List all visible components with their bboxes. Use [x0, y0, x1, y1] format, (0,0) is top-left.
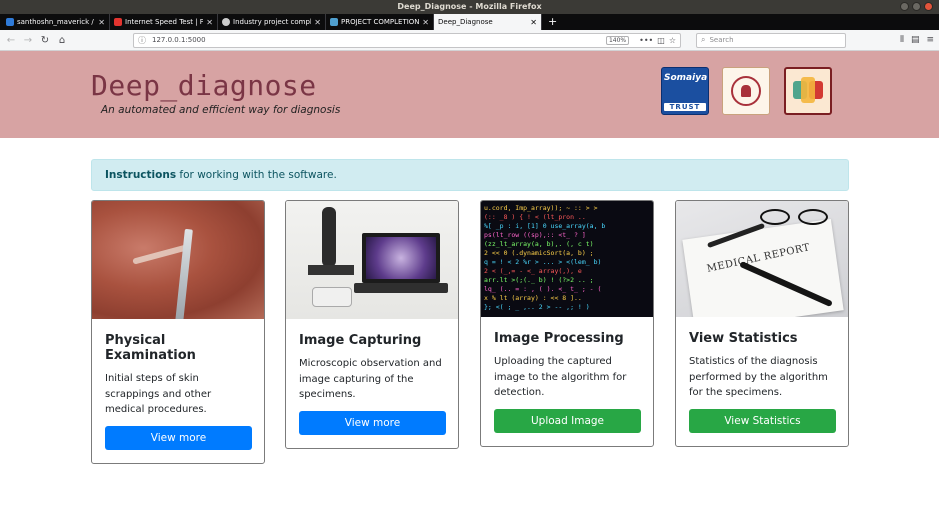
instructions-bold: Instructions — [105, 169, 177, 181]
medical-emblem-icon — [793, 77, 823, 105]
reload-icon[interactable]: ↻ — [39, 35, 51, 46]
tab-label: PROJECT COMPLETION ... — [341, 18, 420, 26]
navigation-bar: ← → ↻ ⌂ ⓘ 127.0.0.1:5000 140% ••• ◫ ☆ ⌕ … — [0, 30, 939, 51]
view-more-button[interactable]: View more — [299, 410, 446, 435]
page-content: Deep_diagnose An automated and efficient… — [0, 51, 939, 514]
tab-label: Deep_Diagnose — [438, 18, 493, 26]
window-titlebar: Deep_Diagnose - Mozilla Firefox — [0, 0, 939, 14]
tab-favicon-icon — [330, 18, 338, 26]
tab-speedtest[interactable]: Internet Speed Test | Fa... ✕ — [110, 14, 218, 30]
window-title: Deep_Diagnose - Mozilla Firefox — [397, 2, 542, 11]
medical-logo — [784, 67, 832, 115]
library-icon[interactable]: ⫴ — [900, 35, 904, 45]
url-text[interactable]: 127.0.0.1:5000 — [152, 36, 606, 44]
card-title: Physical Examination — [105, 333, 196, 363]
home-icon[interactable]: ⌂ — [56, 35, 68, 46]
card-image-processing: u.cord, Imp_array)); ~ :: > > (:: _8 ) {… — [480, 200, 654, 447]
card-body: View Statistics Statistics of the diagno… — [676, 317, 848, 446]
logo-trust-text: TRUST — [664, 103, 706, 111]
tab-favicon-icon — [222, 18, 230, 26]
bookmark-star-icon[interactable]: ☆ — [669, 36, 676, 45]
emblem-icon — [731, 76, 761, 106]
sidebar-icon[interactable]: ▤ — [911, 35, 920, 45]
close-tab-icon[interactable]: ✕ — [314, 18, 321, 27]
minimize-icon[interactable] — [900, 2, 909, 11]
page-actions-icon[interactable]: ••• — [639, 36, 653, 45]
close-tab-icon[interactable]: ✕ — [422, 18, 429, 27]
new-tab-icon[interactable]: + — [542, 14, 563, 30]
card-text: Statistics of the diagnosis performed by… — [689, 356, 828, 398]
close-window-icon[interactable] — [924, 2, 933, 11]
window-controls — [900, 2, 933, 11]
tab-label: Industry project comple... — [233, 18, 311, 26]
tab-industry-project[interactable]: Industry project comple... ✕ — [218, 14, 326, 30]
view-more-button[interactable]: View more — [105, 425, 252, 450]
info-icon[interactable]: ⓘ — [138, 35, 146, 46]
pocket-icon[interactable]: ◫ — [657, 36, 665, 45]
logo-script-text: Somaiya — [664, 73, 708, 83]
tab-favicon-icon — [6, 18, 14, 26]
instructions-text: for working with the software. — [176, 169, 337, 181]
page-subtitle: An automated and efficient way for diagn… — [101, 104, 341, 116]
toolbar-icons: ⫴ ▤ ≡ — [900, 35, 934, 45]
card-body: Image Capturing Microscopic observation … — [286, 319, 458, 448]
close-tab-icon[interactable]: ✕ — [206, 18, 213, 27]
skin-scraping-image — [92, 201, 264, 319]
maximize-icon[interactable] — [912, 2, 921, 11]
tab-bar: santhoshn_maverick / d... ✕ Internet Spe… — [0, 14, 939, 30]
card-body: Physical Examination Initial steps of sk… — [92, 319, 264, 463]
card-physical-examination: Physical Examination Initial steps of sk… — [91, 200, 265, 464]
tab-label: Internet Speed Test | Fa... — [125, 18, 204, 26]
view-statistics-button[interactable]: View Statistics — [689, 408, 836, 433]
forward-icon[interactable]: → — [22, 35, 34, 46]
instructions-alert: Instructions for working with the softwa… — [91, 159, 849, 191]
medical-report-image: MEDICAL REPORT — [676, 201, 848, 317]
tab-project-completion[interactable]: PROJECT COMPLETION ... ✕ — [326, 14, 434, 30]
search-input[interactable]: ⌕ Search — [696, 32, 846, 48]
tab-favicon-icon — [114, 18, 122, 26]
card-title: Image Processing — [494, 331, 624, 346]
upload-image-button[interactable]: Upload Image — [494, 408, 641, 433]
menu-icon[interactable]: ≡ — [926, 35, 934, 45]
tab-deep-diagnose[interactable]: Deep_Diagnose ✕ — [434, 14, 542, 30]
card-title: Image Capturing — [299, 333, 422, 348]
page-title: Deep_diagnose — [91, 69, 317, 102]
search-placeholder: Search — [709, 36, 734, 44]
hero-header: Deep_diagnose An automated and efficient… — [0, 51, 939, 138]
code-image: u.cord, Imp_array)); ~ :: > > (:: _8 ) {… — [481, 201, 653, 317]
tab-gitlab[interactable]: santhoshn_maverick / d... ✕ — [2, 14, 110, 30]
microscope-image — [286, 201, 458, 319]
card-text: Uploading the captured image to the algo… — [494, 356, 627, 398]
card-text: Microscopic observation and image captur… — [299, 358, 442, 400]
close-tab-icon[interactable]: ✕ — [98, 18, 105, 27]
url-bar[interactable]: ⓘ 127.0.0.1:5000 140% ••• ◫ ☆ — [133, 32, 681, 48]
back-icon[interactable]: ← — [5, 35, 17, 46]
card-title: View Statistics — [689, 331, 798, 346]
somaiya-trust-logo: Somaiya TRUST — [661, 67, 709, 115]
tab-label: santhoshn_maverick / d... — [17, 18, 95, 26]
card-body: Image Processing Uploading the captured … — [481, 317, 653, 446]
card-image-capturing: Image Capturing Microscopic observation … — [285, 200, 459, 449]
zoom-level[interactable]: 140% — [605, 35, 630, 45]
card-view-statistics: MEDICAL REPORT View Statistics Statistic… — [675, 200, 849, 447]
close-tab-icon[interactable]: ✕ — [530, 18, 537, 27]
card-text: Initial steps of skin scrappings and oth… — [105, 373, 212, 415]
search-icon: ⌕ — [701, 35, 706, 44]
vidyavihar-logo — [722, 67, 770, 115]
